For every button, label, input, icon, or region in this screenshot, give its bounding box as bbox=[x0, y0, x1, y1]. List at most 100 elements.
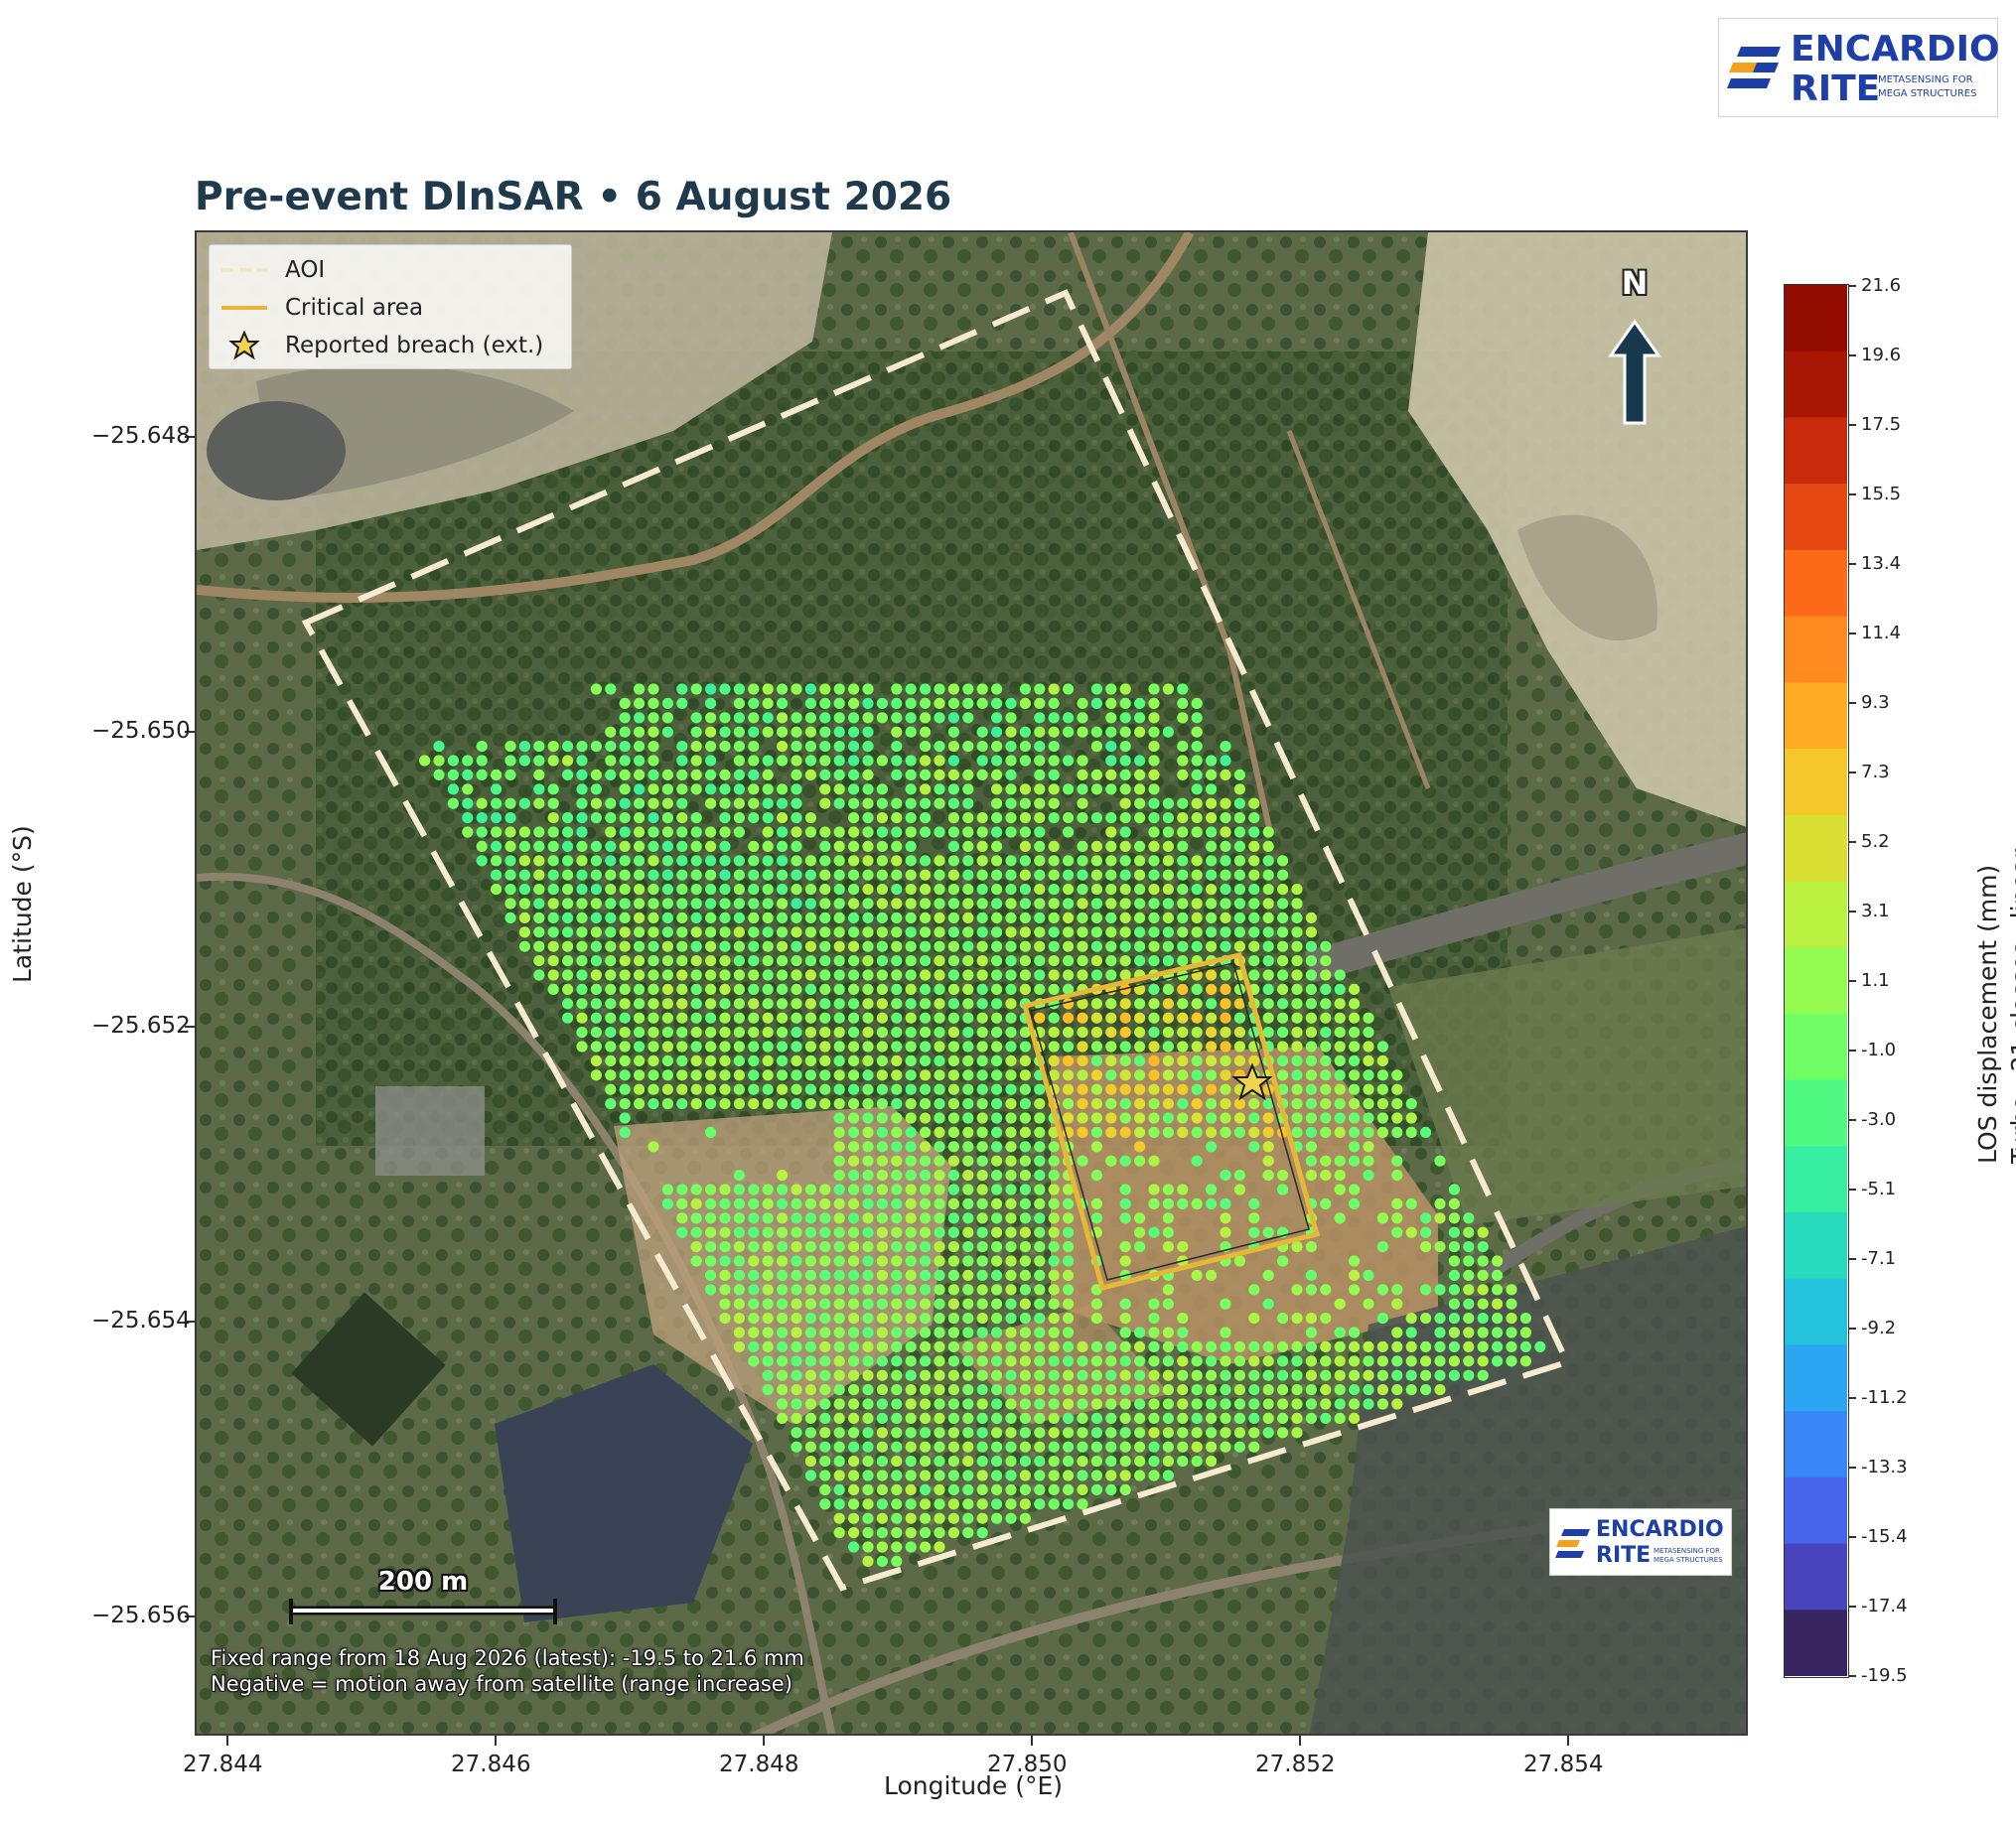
insar-point bbox=[962, 1069, 974, 1081]
insar-point bbox=[705, 741, 717, 753]
insar-point bbox=[533, 940, 545, 952]
insar-point bbox=[1320, 1197, 1332, 1209]
insar-point bbox=[1034, 1412, 1046, 1424]
insar-point bbox=[1177, 855, 1189, 867]
insar-point bbox=[1320, 1126, 1332, 1138]
colorbar-title-line1: LOS displacement (mm) bbox=[1973, 864, 2002, 1164]
insar-point bbox=[1019, 1269, 1031, 1281]
insar-point bbox=[1320, 955, 1332, 967]
insar-point bbox=[1262, 1298, 1274, 1310]
insar-point bbox=[891, 797, 903, 809]
insar-point bbox=[547, 969, 559, 981]
insar-point bbox=[777, 1012, 789, 1024]
insar-point bbox=[676, 826, 688, 838]
insar-point bbox=[1248, 840, 1260, 853]
insar-point bbox=[1090, 769, 1102, 781]
insar-point bbox=[1248, 1054, 1260, 1066]
insar-point bbox=[1277, 1012, 1289, 1024]
insar-point bbox=[947, 712, 960, 724]
insar-point bbox=[876, 940, 889, 952]
insar-point bbox=[1090, 855, 1102, 867]
insar-point bbox=[590, 869, 602, 881]
insar-point bbox=[619, 1027, 631, 1039]
insar-point bbox=[833, 1384, 845, 1396]
insar-point bbox=[762, 697, 774, 709]
insar-point bbox=[891, 1355, 903, 1367]
insar-point bbox=[1434, 1241, 1446, 1253]
insar-point bbox=[791, 1355, 802, 1367]
colorbar-tick-label: 19.6 bbox=[1861, 345, 1902, 365]
insar-point bbox=[833, 1327, 845, 1338]
insar-point bbox=[791, 1098, 802, 1110]
insar-point bbox=[1334, 1355, 1346, 1367]
insar-point bbox=[891, 1241, 903, 1253]
insar-point bbox=[1063, 884, 1075, 896]
insar-point bbox=[605, 797, 617, 809]
insar-point bbox=[1248, 1398, 1260, 1410]
colorbar-tick bbox=[1849, 772, 1856, 773]
insar-point bbox=[833, 1212, 845, 1224]
insar-point bbox=[905, 1355, 917, 1367]
insar-point bbox=[1005, 1384, 1017, 1396]
insar-point bbox=[1034, 983, 1046, 996]
insar-point bbox=[518, 755, 530, 767]
insar-point bbox=[1005, 1398, 1017, 1410]
insar-point bbox=[1019, 1141, 1031, 1153]
insar-point bbox=[848, 1269, 860, 1281]
insar-point bbox=[819, 683, 831, 695]
insar-point bbox=[676, 983, 688, 996]
insar-point bbox=[777, 1369, 789, 1381]
insar-point bbox=[976, 1355, 988, 1367]
insar-point bbox=[777, 969, 789, 981]
insar-point bbox=[719, 783, 731, 795]
insar-point bbox=[876, 1427, 889, 1439]
insar-point bbox=[690, 884, 702, 896]
insar-point bbox=[1262, 1226, 1274, 1238]
insar-point bbox=[1005, 1027, 1017, 1039]
insar-point bbox=[1220, 969, 1231, 981]
insar-point bbox=[619, 955, 631, 967]
insar-point bbox=[1334, 1155, 1346, 1167]
insar-point bbox=[576, 940, 588, 952]
insar-point bbox=[1534, 1340, 1546, 1352]
insar-point bbox=[848, 1512, 860, 1524]
insar-point bbox=[1148, 1427, 1160, 1439]
insar-point bbox=[804, 1412, 817, 1424]
insar-point bbox=[1105, 769, 1117, 781]
insar-point bbox=[947, 1269, 960, 1281]
insar-point bbox=[848, 1340, 860, 1352]
insar-point bbox=[1019, 1340, 1031, 1352]
insar-point bbox=[1405, 1126, 1417, 1138]
insar-point bbox=[676, 1083, 688, 1095]
insar-point bbox=[920, 926, 932, 938]
insar-point bbox=[690, 1083, 702, 1095]
insar-point bbox=[819, 1083, 831, 1095]
insar-point bbox=[920, 726, 932, 738]
insar-point bbox=[833, 912, 845, 924]
insar-point bbox=[762, 1269, 774, 1281]
insar-point bbox=[777, 983, 789, 996]
insar-point bbox=[962, 1184, 974, 1195]
insar-point bbox=[976, 1126, 988, 1138]
insar-point bbox=[690, 755, 702, 767]
insar-point bbox=[590, 1027, 602, 1039]
insar-point bbox=[905, 755, 917, 767]
insar-point bbox=[1077, 955, 1088, 967]
insar-point bbox=[934, 1427, 945, 1439]
insar-point bbox=[1206, 998, 1218, 1010]
insar-point bbox=[947, 1184, 960, 1195]
insar-point bbox=[905, 783, 917, 795]
insar-point bbox=[1005, 1313, 1017, 1325]
insar-point bbox=[648, 1041, 659, 1053]
colorbar-tick bbox=[1849, 1467, 1856, 1469]
insar-point bbox=[1005, 826, 1017, 838]
insar-point bbox=[1305, 1269, 1317, 1281]
insar-point bbox=[648, 940, 659, 952]
insar-point bbox=[661, 1083, 673, 1095]
insar-point bbox=[1177, 769, 1189, 781]
insar-point bbox=[634, 1098, 646, 1110]
insar-point bbox=[777, 683, 789, 695]
insar-point bbox=[1034, 1398, 1046, 1410]
insar-point bbox=[705, 898, 717, 910]
insar-point bbox=[1463, 1255, 1475, 1267]
